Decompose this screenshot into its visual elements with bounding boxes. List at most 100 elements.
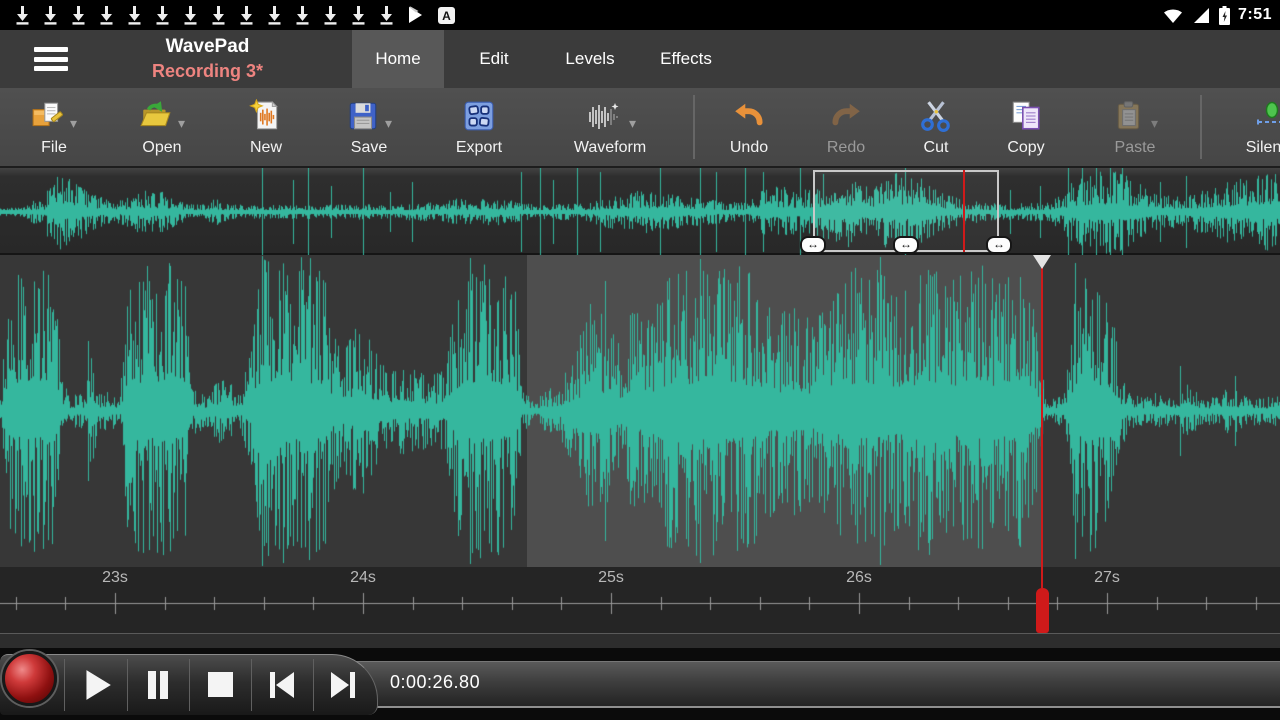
redo-label: Redo bbox=[801, 139, 891, 157]
timeline-ruler[interactable]: 23s 24s 25s 26s 27s bbox=[0, 567, 1280, 648]
document-title: Recording 3* bbox=[110, 60, 305, 82]
cell-signal-icon bbox=[1191, 5, 1211, 25]
playback-time: 0:00:26.80 bbox=[390, 672, 480, 693]
ribbon-toolbar: ▾ File ▾ Open New ▾ Save bbox=[0, 88, 1280, 168]
ribbon-tabs: Home Edit Levels Effects bbox=[352, 30, 736, 88]
svg-text:A: A bbox=[442, 9, 451, 23]
toolbar-separator bbox=[693, 95, 695, 159]
download-icon bbox=[42, 5, 59, 25]
app-header: WavePad Recording 3* Home Edit Levels Ef… bbox=[0, 30, 1280, 88]
play-icon bbox=[78, 666, 114, 704]
selection-right-handle[interactable]: ↔ bbox=[986, 236, 1012, 254]
open-icon bbox=[139, 99, 173, 133]
skip-to-end-button[interactable] bbox=[320, 663, 366, 707]
save-button[interactable]: ▾ Save bbox=[321, 94, 417, 164]
waveform-button[interactable]: ▾ Waveform bbox=[555, 94, 665, 164]
undo-button[interactable]: Undo bbox=[704, 94, 794, 164]
save-label: Save bbox=[321, 139, 417, 157]
redo-icon bbox=[829, 99, 863, 133]
download-icon bbox=[182, 5, 199, 25]
wavepad-app: A 7:51 WavePad Recording 3* Home Edit Le… bbox=[0, 0, 1280, 720]
silence-button[interactable]: Silence bbox=[1232, 94, 1280, 164]
button-separator bbox=[127, 659, 128, 711]
export-label: Export bbox=[434, 139, 524, 157]
tab-levels[interactable]: Levels bbox=[544, 30, 636, 88]
cut-button[interactable]: Cut bbox=[891, 94, 981, 164]
notification-icons: A bbox=[0, 5, 1162, 25]
button-separator bbox=[313, 659, 314, 711]
battery-charging-icon bbox=[1218, 5, 1231, 26]
new-button[interactable]: New bbox=[221, 94, 311, 164]
ruler-playhead-marker[interactable] bbox=[1036, 588, 1049, 633]
play-store-icon bbox=[406, 5, 426, 25]
chevron-down-icon: ▾ bbox=[629, 115, 636, 138]
copy-label: Copy bbox=[981, 139, 1071, 157]
play-button[interactable] bbox=[73, 663, 119, 707]
download-icon bbox=[70, 5, 87, 25]
copy-button[interactable]: Copy bbox=[981, 94, 1071, 164]
download-icon bbox=[378, 5, 395, 25]
record-button[interactable] bbox=[2, 651, 57, 706]
pause-button[interactable] bbox=[135, 663, 181, 707]
tab-effects[interactable]: Effects bbox=[636, 30, 736, 88]
download-icon bbox=[238, 5, 255, 25]
waveform-icon bbox=[584, 101, 624, 131]
main-waveform-canvas[interactable] bbox=[0, 255, 1280, 567]
selection-left-handle[interactable]: ↔ bbox=[800, 236, 826, 254]
toolbar-separator bbox=[1200, 95, 1202, 159]
time-label: 26s bbox=[846, 569, 872, 587]
a-box-icon: A bbox=[437, 6, 456, 25]
copy-icon bbox=[1009, 99, 1043, 133]
time-label: 24s bbox=[350, 569, 376, 587]
open-label: Open bbox=[114, 139, 210, 157]
title-block: WavePad Recording 3* bbox=[110, 34, 305, 82]
paste-icon bbox=[1112, 99, 1146, 133]
time-label: 23s bbox=[102, 569, 128, 587]
cut-icon bbox=[919, 99, 953, 133]
transport-buttons-panel bbox=[0, 654, 378, 715]
skip-end-icon bbox=[326, 666, 360, 704]
undo-icon bbox=[732, 99, 766, 133]
file-button[interactable]: ▾ File bbox=[6, 94, 102, 164]
cut-label: Cut bbox=[891, 139, 981, 157]
waveform-label: Waveform bbox=[555, 139, 665, 157]
wifi-icon bbox=[1162, 5, 1184, 25]
stop-icon bbox=[203, 666, 237, 704]
download-icon bbox=[98, 5, 115, 25]
file-icon bbox=[31, 99, 65, 133]
selection-move-handle[interactable]: ↔ bbox=[893, 236, 919, 254]
overview-waveform-strip[interactable]: ↔ ↔ ↔ bbox=[0, 168, 1280, 255]
time-label: 27s bbox=[1094, 569, 1120, 587]
playhead-cap-icon[interactable] bbox=[1033, 255, 1051, 269]
skip-start-icon bbox=[265, 666, 299, 704]
app-title: WavePad bbox=[110, 34, 305, 60]
new-label: New bbox=[221, 139, 311, 157]
download-icon bbox=[294, 5, 311, 25]
button-separator bbox=[64, 659, 65, 711]
menu-icon[interactable] bbox=[34, 47, 68, 71]
android-status-bar: A 7:51 bbox=[0, 0, 1280, 30]
button-separator bbox=[251, 659, 252, 711]
paste-button[interactable]: ▾ Paste bbox=[1087, 94, 1183, 164]
chevron-down-icon: ▾ bbox=[70, 115, 77, 138]
tab-home[interactable]: Home bbox=[352, 30, 444, 88]
overview-waveform-canvas[interactable] bbox=[0, 168, 1280, 255]
stop-button[interactable] bbox=[197, 663, 243, 707]
system-status-icons: 7:51 bbox=[1162, 5, 1280, 26]
pause-icon bbox=[141, 666, 175, 704]
new-icon bbox=[249, 99, 283, 133]
main-waveform-view[interactable] bbox=[0, 255, 1280, 567]
open-button[interactable]: ▾ Open bbox=[114, 94, 210, 164]
playhead-line bbox=[1041, 567, 1043, 588]
chevron-down-icon: ▾ bbox=[178, 115, 185, 138]
save-icon bbox=[346, 99, 380, 133]
export-button[interactable]: Export bbox=[434, 94, 524, 164]
download-icon bbox=[126, 5, 143, 25]
silence-label: Silence bbox=[1232, 139, 1280, 157]
skip-to-start-button[interactable] bbox=[259, 663, 305, 707]
tab-edit[interactable]: Edit bbox=[444, 30, 544, 88]
playhead-line[interactable] bbox=[1041, 255, 1043, 567]
redo-button[interactable]: Redo bbox=[801, 94, 891, 164]
undo-label: Undo bbox=[704, 139, 794, 157]
silence-icon bbox=[1255, 101, 1280, 131]
